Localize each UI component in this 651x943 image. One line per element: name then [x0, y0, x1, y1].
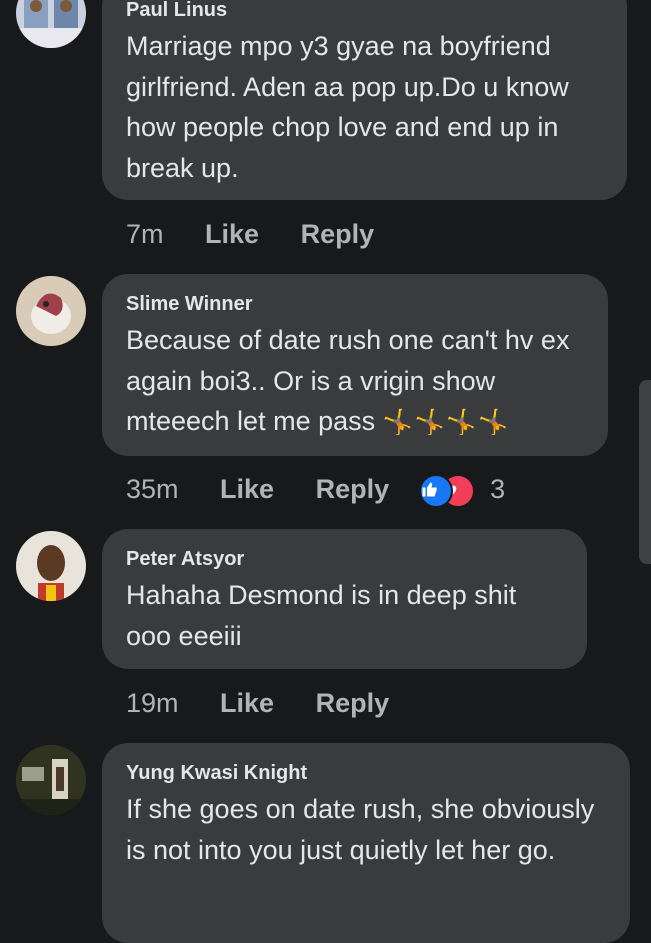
comment-author[interactable]: Peter Atsyor [126, 547, 565, 571]
comment-time: 19m [126, 687, 179, 718]
comment-actions: 35m Like Reply 3 [126, 469, 505, 508]
comment-bubble: Peter Atsyor Hahaha Desmond is in deep s… [102, 529, 587, 669]
avatar[interactable] [16, 0, 86, 48]
reply-button[interactable]: Reply [316, 685, 390, 721]
comment-author[interactable]: Paul Linus [126, 0, 605, 22]
avatar-image [16, 745, 86, 815]
avatar[interactable] [16, 531, 86, 601]
avatar-image [16, 276, 86, 346]
scrollbar[interactable] [639, 380, 651, 564]
comment-author[interactable]: Slime Winner [126, 292, 586, 316]
comment-author[interactable]: Yung Kwasi Knight [126, 761, 608, 785]
reaction-summary[interactable] [418, 472, 475, 508]
like-button[interactable]: Like [220, 471, 274, 507]
comment-time: 35m [126, 473, 179, 504]
avatar-image [16, 0, 86, 48]
comment-actions: 7m Like Reply [126, 214, 374, 250]
avatar-image [16, 531, 86, 601]
like-button[interactable]: Like [205, 216, 259, 252]
comment-text: Hahaha Desmond is in deep shit ooo eeeii… [126, 580, 517, 651]
comment-text: Marriage mpo y3 gyae na boyfriend girlfr… [126, 31, 569, 183]
reply-button[interactable]: Reply [316, 471, 390, 507]
comment-actions: 19m Like Reply [126, 683, 389, 719]
avatar[interactable] [16, 745, 86, 815]
like-button[interactable]: Like [220, 685, 274, 721]
like-icon [418, 473, 453, 508]
comment-bubble: Paul Linus Marriage mpo y3 gyae na boyfr… [102, 0, 627, 200]
reply-button[interactable]: Reply [301, 216, 375, 252]
comment-bubble: Slime Winner Because of date rush one ca… [102, 274, 608, 456]
cartwheel-emoji: 🤸🤸🤸🤸 [382, 409, 511, 436]
comment-bubble: Yung Kwasi Knight If she goes on date ru… [102, 743, 630, 943]
avatar[interactable] [16, 276, 86, 346]
reaction-count[interactable]: 3 [490, 471, 505, 507]
comment-text: If she goes on date rush, she obviously … [126, 794, 595, 865]
comment-time: 7m [126, 218, 164, 249]
comment-text: Because of date rush one can't hv ex aga… [126, 320, 586, 444]
